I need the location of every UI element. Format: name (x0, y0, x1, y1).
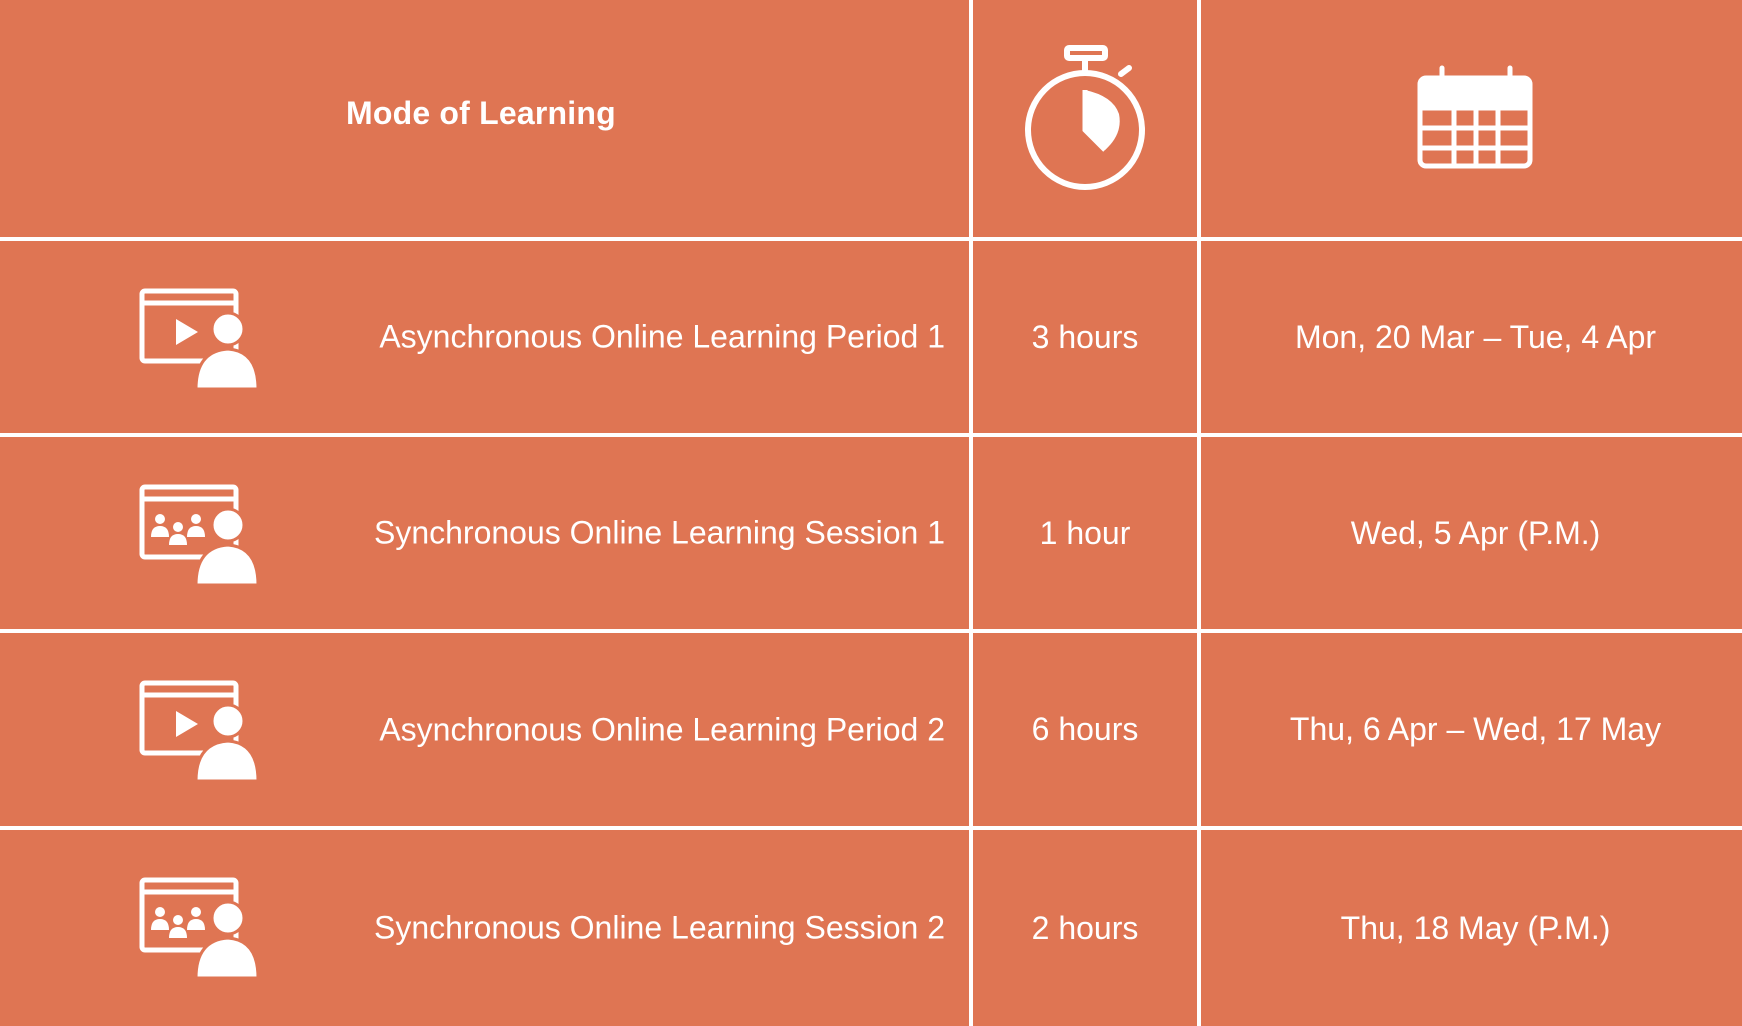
table-row-3-mode-cell: Asynchronous Online Learning Period 2 (0, 633, 969, 826)
table-row-2-dates-cell: Wed, 5 Apr (P.M.) (1201, 437, 1742, 629)
learning-schedule-table: Mode of Learning Asynchronous Online Lea… (0, 0, 1742, 1026)
mode-of-learning-heading: Mode of Learning (346, 95, 616, 131)
dates-value: Wed, 5 Apr (P.M.) (1350, 514, 1601, 551)
duration-value: 2 hours (1031, 909, 1139, 946)
table-row-2-duration-cell: 1 hour (973, 437, 1197, 629)
header-mode-cell: Mode of Learning (0, 0, 969, 237)
duration-value: 3 hours (1031, 318, 1139, 355)
dates-value: Thu, 6 Apr – Wed, 17 May (1289, 711, 1662, 747)
dates-value: Thu, 18 May (P.M.) (1340, 909, 1611, 946)
mode-label: Asynchronous Online Learning Period 1 (379, 318, 945, 355)
header-dates-cell (1201, 0, 1742, 237)
mode-label: Synchronous Online Learning Session 2 (373, 909, 945, 946)
synchronous-group-learner-icon (138, 874, 262, 980)
stopwatch-icon (1023, 44, 1147, 194)
table-row-3-duration-cell: 6 hours (973, 633, 1197, 826)
table-row-1-dates-cell: Mon, 20 Mar – Tue, 4 Apr (1201, 241, 1742, 433)
table-row-2-mode-cell: Synchronous Online Learning Session 1 (0, 437, 969, 629)
mode-label: Synchronous Online Learning Session 1 (373, 514, 945, 551)
asynchronous-video-learner-icon (138, 285, 262, 391)
table-row-4-mode-cell: Synchronous Online Learning Session 2 (0, 830, 969, 1026)
table-row-3-dates-cell: Thu, 6 Apr – Wed, 17 May (1201, 633, 1742, 826)
asynchronous-video-learner-icon (138, 677, 262, 783)
table-row-1-mode-cell: Asynchronous Online Learning Period 1 (0, 241, 969, 433)
table-row-4-duration-cell: 2 hours (973, 830, 1197, 1026)
mode-label: Asynchronous Online Learning Period 2 (379, 711, 945, 747)
header-duration-cell (973, 0, 1197, 237)
duration-value: 1 hour (1039, 514, 1131, 551)
table-row-1-duration-cell: 3 hours (973, 241, 1197, 433)
dates-value: Mon, 20 Mar – Tue, 4 Apr (1294, 318, 1657, 355)
synchronous-group-learner-icon (138, 481, 262, 587)
calendar-icon (1414, 64, 1538, 174)
duration-value: 6 hours (1031, 711, 1139, 747)
table-row-4-dates-cell: Thu, 18 May (P.M.) (1201, 830, 1742, 1026)
